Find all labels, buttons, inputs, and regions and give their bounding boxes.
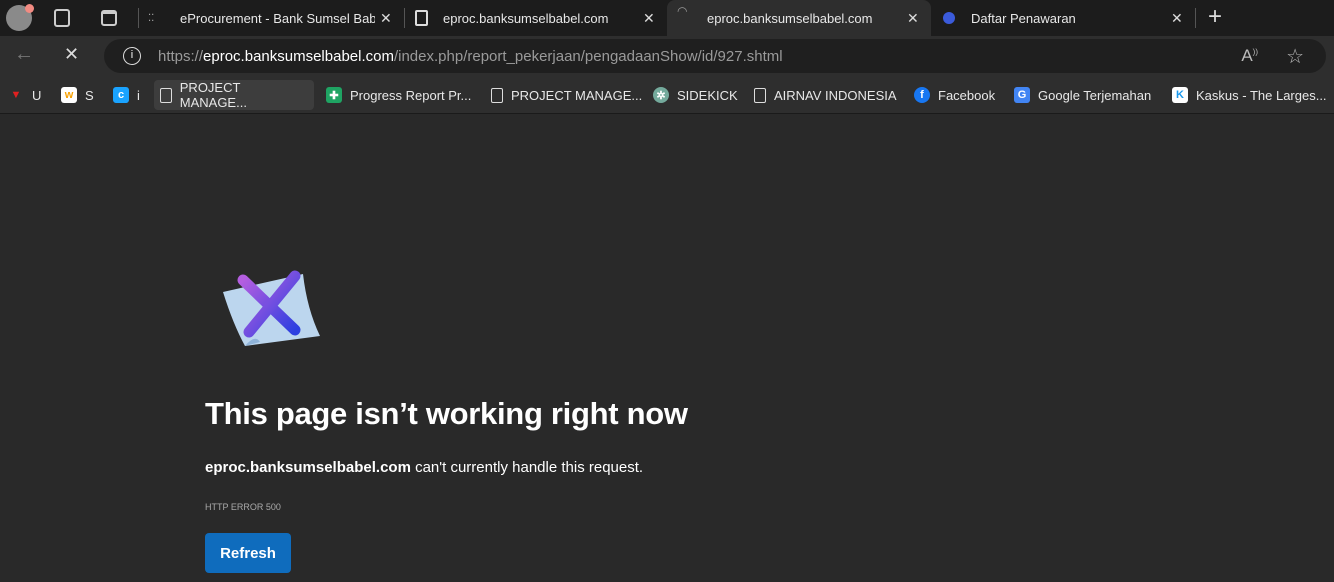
error-page-icon [415, 10, 428, 26]
close-icon[interactable]: ✕ [643, 10, 655, 27]
facebook-icon: f [914, 87, 930, 103]
error-message: eproc.banksumselbabel.com can't currentl… [205, 459, 644, 476]
bookmark-s[interactable]: wS [55, 80, 100, 110]
back-icon[interactable]: ← [14, 43, 34, 66]
loading-icon: ◠ [677, 4, 688, 18]
bookmark-progress-report[interactable]: ✚ Progress Report Pr... [320, 80, 477, 110]
bookmark-favicon: c [113, 87, 129, 103]
bookmark-project-manage-2[interactable]: PROJECT MANAGE... [485, 80, 648, 110]
error-title: This page isn’t working right now [205, 396, 688, 431]
page-icon [754, 87, 766, 103]
bookmark-google-translate[interactable]: G Google Terjemahan [1008, 80, 1157, 110]
kaskus-icon: K [1172, 87, 1188, 103]
toolbar: ← ✕ i https://eproc.banksumselbabel.com/… [0, 36, 1334, 76]
tab-strip: ⁚⁚ eProcurement - Bank Sumsel Bab ✕ epro… [0, 0, 1334, 36]
page-icon [491, 87, 503, 103]
profile-avatar[interactable] [6, 4, 34, 31]
bookmark-facebook[interactable]: f Facebook [908, 80, 1001, 110]
tab-eprocurement[interactable]: ⁚⁚ eProcurement - Bank Sumsel Bab ✕ [140, 0, 402, 36]
bookmark-kaskus[interactable]: K Kaskus - The Larges... [1166, 80, 1333, 110]
read-aloud-icon[interactable]: A)) [1241, 46, 1258, 66]
bookmark-favicon: ▼ [10, 89, 22, 101]
tab-eproc-error[interactable]: eproc.banksumselbabel.com ✕ [405, 0, 667, 36]
vertical-tabs-icon[interactable] [101, 10, 117, 26]
loading-icon: ⁚⁚ [148, 12, 155, 24]
workspaces-icon[interactable] [54, 9, 70, 27]
new-tab-button[interactable]: + [1208, 3, 1222, 31]
chatgpt-icon: ✲ [653, 87, 669, 103]
bookmark-i[interactable]: ci [107, 80, 146, 110]
page-icon [160, 87, 172, 103]
bookmark-airnav[interactable]: AIRNAV INDONESIA [748, 80, 903, 110]
favorite-star-icon[interactable]: ☆ [1286, 44, 1304, 69]
site-info-icon[interactable]: i [123, 47, 141, 65]
url-text: https://eproc.banksumselbabel.com/index.… [158, 47, 783, 65]
google-translate-icon: G [1014, 87, 1030, 103]
address-bar[interactable]: i https://eproc.banksumselbabel.com/inde… [104, 39, 1326, 73]
error-illustration-icon [223, 270, 320, 346]
stop-loading-icon[interactable]: ✕ [64, 44, 79, 65]
sheets-icon: ✚ [326, 87, 342, 103]
refresh-button[interactable]: Refresh [205, 533, 291, 573]
error-code: HTTP ERROR 500 [205, 502, 281, 512]
bookmark-u[interactable]: ▼ U [2, 80, 47, 110]
close-icon[interactable]: ✕ [1171, 10, 1183, 27]
bookmark-project-manage-1[interactable]: PROJECT MANAGE... [154, 80, 314, 110]
bookmark-favicon: w [61, 87, 77, 103]
bookmarks-bar: ▼ U wS ci PROJECT MANAGE... ✚ Progress Rep… [0, 76, 1334, 114]
close-icon[interactable]: ✕ [380, 10, 392, 27]
close-icon[interactable]: ✕ [907, 10, 919, 27]
tab-daftar-penawaran[interactable]: Daftar Penawaran ✕ [931, 0, 1195, 36]
site-favicon [943, 12, 955, 24]
tab-eproc-active[interactable]: ◠ eproc.banksumselbabel.com ✕ [667, 0, 931, 36]
bookmark-sidekick[interactable]: ✲ SIDEKICK [647, 80, 744, 110]
error-page: This page isn’t working right now eproc.… [0, 114, 1334, 582]
